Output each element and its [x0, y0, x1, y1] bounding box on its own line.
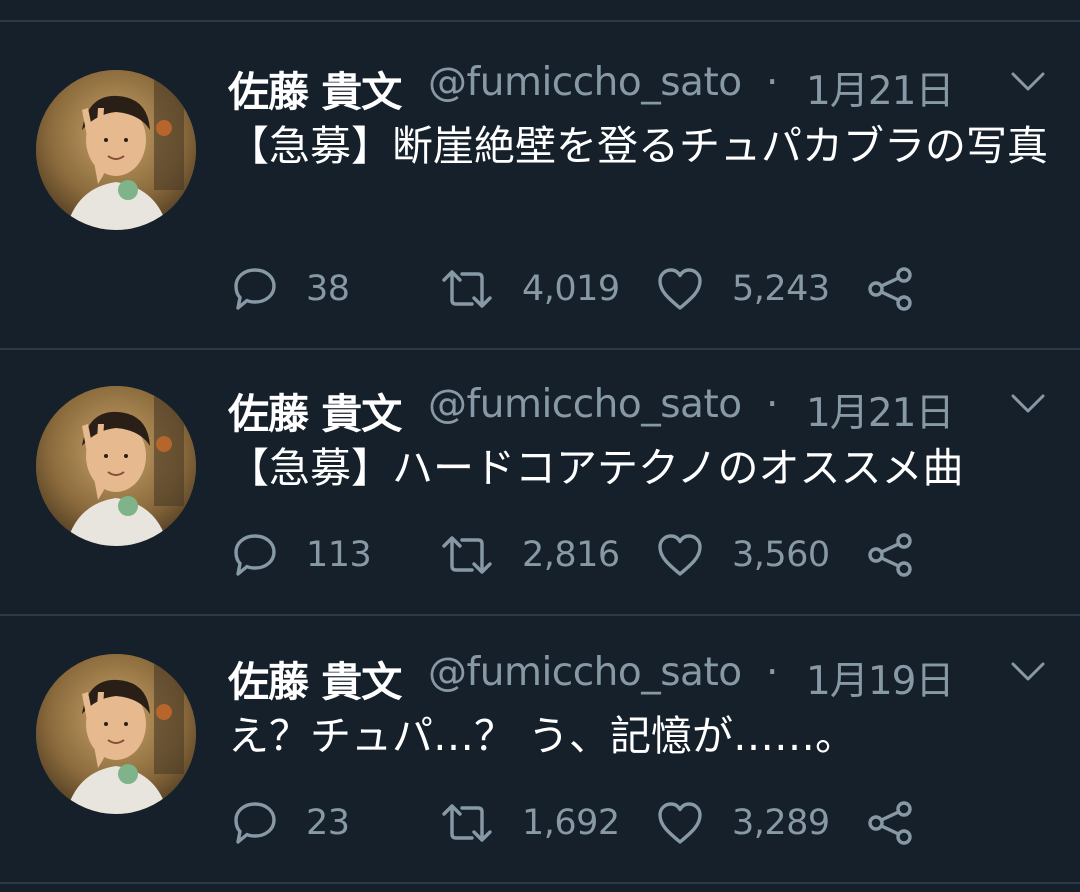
retweet-button[interactable]: 1,692	[440, 798, 620, 848]
separator: ·	[766, 382, 779, 427]
timestamp[interactable]: 1月21日	[806, 382, 954, 438]
reply-button[interactable]: 23	[232, 798, 350, 848]
heart-icon	[658, 268, 702, 310]
speech-bubble-icon	[234, 802, 276, 844]
share-button[interactable]	[866, 264, 914, 314]
tweet-header: 佐藤 貴文 @fumiccho_sato · 1月21日	[228, 380, 1050, 438]
tweet-text: 【急募】ハードコアテクノのオススメ曲	[228, 444, 964, 492]
retweet-button[interactable]: 4,019	[440, 264, 620, 314]
chevron-down-icon[interactable]	[1010, 392, 1046, 416]
share-nodes-icon	[868, 267, 912, 311]
tweet-actions: 113 2,816 3,560	[232, 530, 952, 580]
avatar[interactable]	[36, 654, 196, 814]
tweet[interactable]: 佐藤 貴文 @fumiccho_sato · 1月21日 【急募】ハードコアテク…	[0, 350, 1080, 616]
username[interactable]: @fumiccho_sato	[428, 382, 742, 427]
display-name[interactable]: 佐藤 貴文	[228, 648, 402, 708]
like-count: 3,560	[732, 535, 830, 575]
avatar[interactable]	[36, 386, 196, 546]
like-button[interactable]: 3,560	[656, 530, 830, 580]
share-nodes-icon	[868, 801, 912, 845]
reply-button[interactable]: 113	[232, 530, 372, 580]
reply-count: 113	[306, 535, 372, 575]
retweet-count: 4,019	[522, 269, 620, 309]
timestamp[interactable]: 1月21日	[806, 60, 954, 116]
reply-count: 23	[306, 803, 350, 843]
retweet-arrows-icon	[442, 270, 492, 308]
separator: ·	[766, 650, 779, 695]
chevron-down-icon[interactable]	[1010, 70, 1046, 94]
chevron-down-icon[interactable]	[1010, 660, 1046, 684]
timestamp[interactable]: 1月19日	[806, 650, 954, 706]
speech-bubble-icon	[234, 268, 276, 310]
tweet-header: 佐藤 貴文 @fumiccho_sato · 1月21日	[228, 58, 1050, 116]
tweet-header: 佐藤 貴文 @fumiccho_sato · 1月19日	[228, 648, 1050, 706]
timeline-feed: 佐藤 貴文 @fumiccho_sato · 1月21日 【急募】断崖絶壁を登る…	[0, 0, 1080, 892]
reply-button[interactable]: 38	[232, 264, 350, 314]
retweet-count: 1,692	[522, 803, 620, 843]
retweet-arrows-icon	[442, 804, 492, 842]
tweet-actions: 38 4,019 5,243	[232, 264, 952, 314]
share-button[interactable]	[866, 798, 914, 848]
retweet-button[interactable]: 2,816	[440, 530, 620, 580]
like-button[interactable]: 5,243	[656, 264, 830, 314]
like-button[interactable]: 3,289	[656, 798, 830, 848]
tweet-text: え？チュパ…？ う、記憶が……。	[228, 712, 857, 760]
display-name[interactable]: 佐藤 貴文	[228, 58, 402, 118]
speech-bubble-icon	[234, 534, 276, 576]
heart-icon	[658, 802, 702, 844]
reply-count: 38	[306, 269, 350, 309]
retweet-count: 2,816	[522, 535, 620, 575]
display-name[interactable]: 佐藤 貴文	[228, 380, 402, 440]
share-button[interactable]	[866, 530, 914, 580]
retweet-arrows-icon	[442, 536, 492, 574]
tweet[interactable]: 佐藤 貴文 @fumiccho_sato · 1月21日 【急募】断崖絶壁を登る…	[0, 22, 1080, 350]
heart-icon	[658, 534, 702, 576]
share-nodes-icon	[868, 533, 912, 577]
tweet[interactable]: 佐藤 貴文 @fumiccho_sato · 1月19日 え？チュパ…？ う、記…	[0, 616, 1080, 884]
avatar[interactable]	[36, 70, 196, 230]
like-count: 5,243	[732, 269, 830, 309]
separator: ·	[766, 60, 779, 105]
like-count: 3,289	[732, 803, 830, 843]
username[interactable]: @fumiccho_sato	[428, 650, 742, 695]
tweet-text: 【急募】断崖絶壁を登るチュパカブラの写真	[228, 122, 1048, 170]
tweet-actions: 23 1,692 3,289	[232, 798, 952, 848]
username[interactable]: @fumiccho_sato	[428, 60, 742, 105]
